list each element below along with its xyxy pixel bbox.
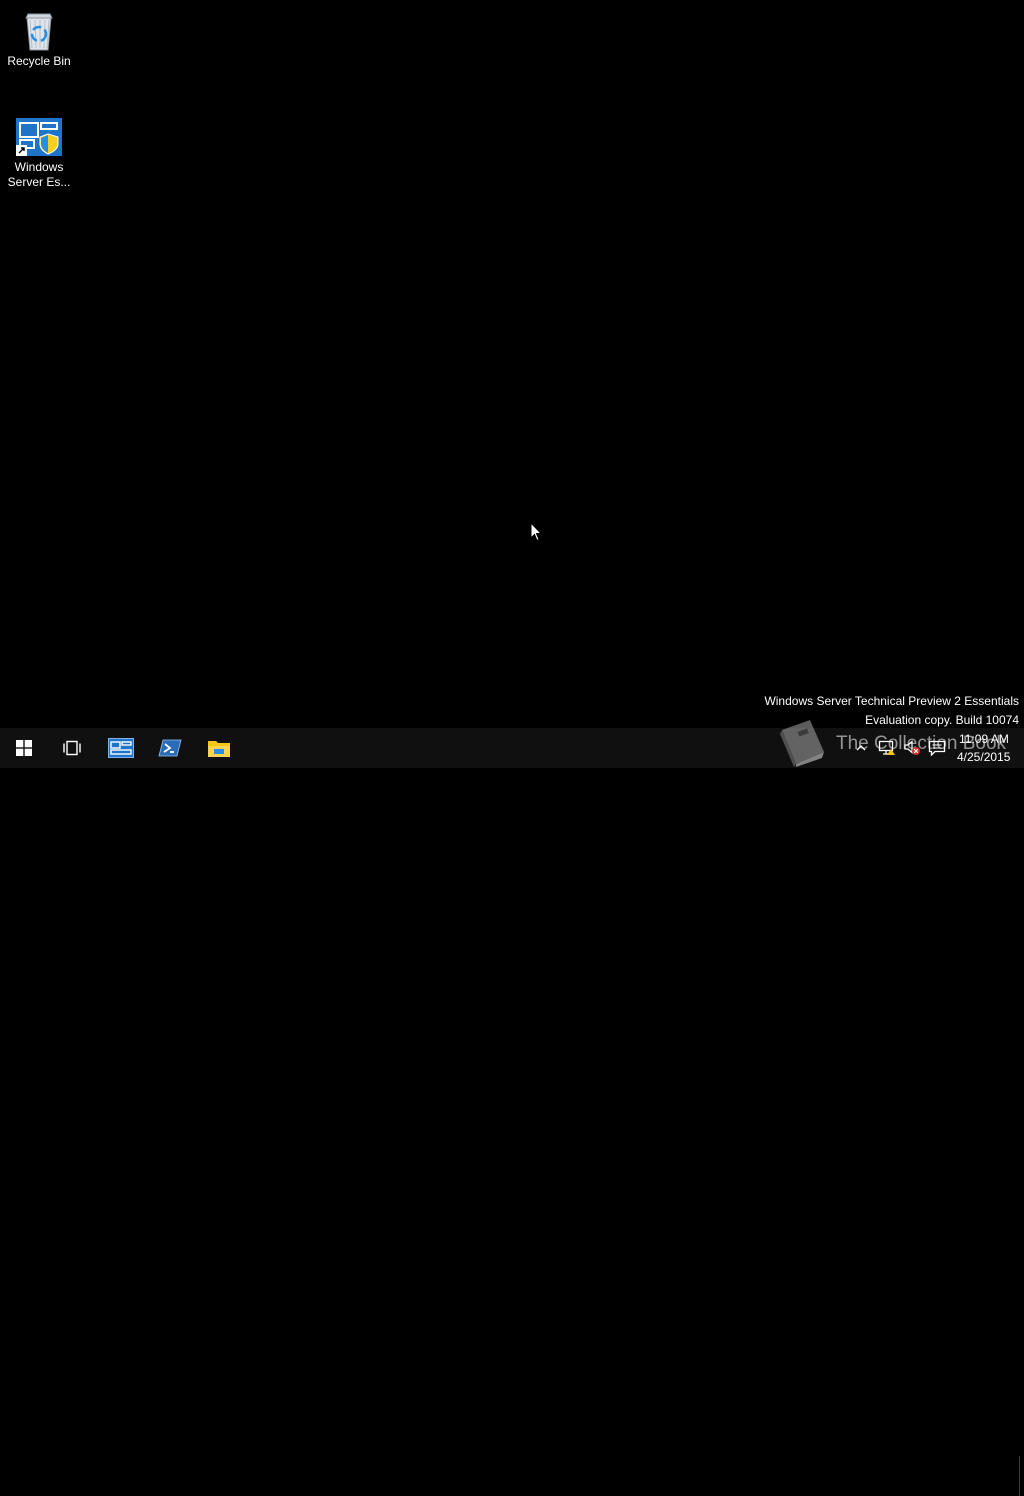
desktop-icon-recycle-bin[interactable]: Recycle Bin <box>1 8 77 69</box>
clock-time[interactable]: 11:09 AM <box>959 732 1009 746</box>
show-desktop-button[interactable] <box>1019 1456 1024 1496</box>
taskbar-app-dashboard[interactable] <box>97 728 145 768</box>
clock-date[interactable]: 4/25/2015 <box>957 750 1010 764</box>
chevron-up-icon <box>856 745 866 751</box>
volume-muted-icon <box>904 740 920 755</box>
desktop[interactable]: Recycle Bin Windows Server Es... Windows… <box>0 0 1024 728</box>
windows-server-essentials-icon <box>16 118 62 156</box>
watermark-build: Evaluation copy. Build 10074 <box>865 713 1019 727</box>
taskbar-app-file-explorer[interactable] <box>195 728 243 768</box>
folder-icon <box>208 741 230 757</box>
network-tray-button[interactable] <box>878 740 896 756</box>
mouse-cursor-icon <box>530 522 542 542</box>
recycle-bin-label: Recycle Bin <box>7 54 71 68</box>
action-center-icon <box>928 740 946 756</box>
action-center-button[interactable] <box>928 740 946 756</box>
dashboard-icon <box>108 738 134 758</box>
show-hidden-icons-button[interactable] <box>852 740 870 756</box>
book-watermark-icon <box>780 720 824 767</box>
start-button[interactable] <box>0 728 48 768</box>
recycle-bin-icon <box>25 13 53 51</box>
task-view-icon <box>63 740 81 756</box>
network-icon <box>878 740 895 755</box>
task-view-button[interactable] <box>48 728 96 768</box>
windows-server-essentials-label: Windows Server Es... <box>7 160 71 189</box>
powershell-icon <box>158 739 182 757</box>
taskbar-app-powershell[interactable] <box>146 728 194 768</box>
windows-logo-icon <box>16 740 32 756</box>
desktop-icon-windows-server-essentials[interactable]: Windows Server Es... <box>1 116 77 190</box>
watermark-edition: Windows Server Technical Preview 2 Essen… <box>764 694 1019 708</box>
volume-tray-button[interactable] <box>903 740 921 756</box>
